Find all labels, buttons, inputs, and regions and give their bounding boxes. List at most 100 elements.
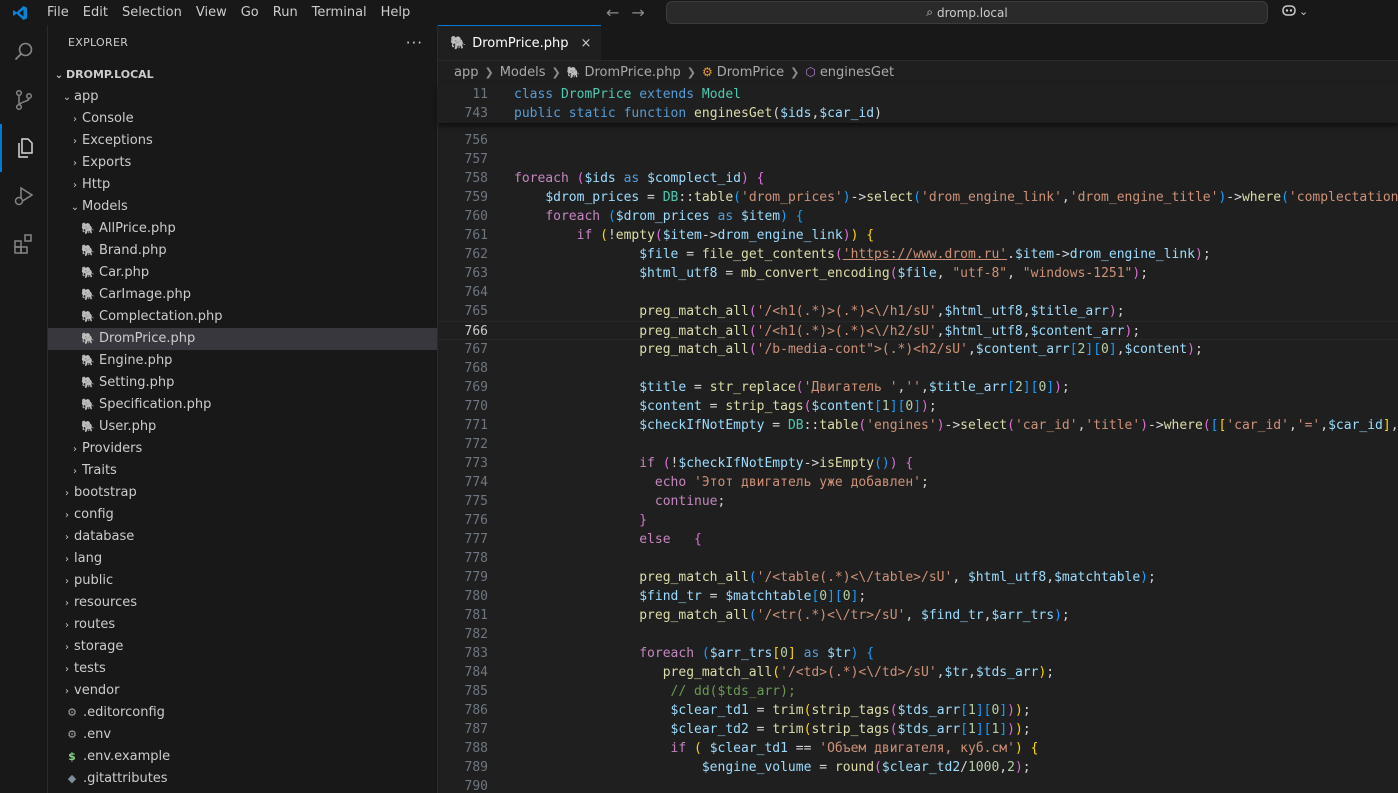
code-line[interactable]: 784 preg_match_all('/<td>(.*)<\/td>/sU',… — [438, 663, 1398, 682]
tree-folder-bootstrap[interactable]: › bootstrap — [48, 482, 437, 504]
tree-folder-routes[interactable]: › routes — [48, 614, 437, 636]
search-icon[interactable] — [0, 28, 47, 76]
breadcrumb-item[interactable]: Models — [500, 65, 546, 80]
tree-file-allprice-php[interactable]: 🐘 AllPrice.php — [48, 218, 437, 240]
code-line[interactable]: 770 $content = strip_tags($content[1][0]… — [438, 397, 1398, 416]
tab-dromprice[interactable]: 🐘 DromPrice.php × — [438, 25, 602, 60]
code-line[interactable]: 760 foreach ($drom_prices as $item) { — [438, 207, 1398, 226]
breadcrumb-item[interactable]: app — [454, 65, 478, 80]
tree-folder-database[interactable]: › database — [48, 526, 437, 548]
tree-file-env[interactable]: ⚙ .env — [48, 724, 437, 746]
tree-file-setting-php[interactable]: 🐘 Setting.php — [48, 372, 437, 394]
tree-file-complectation-php[interactable]: 🐘 Complectation.php — [48, 306, 437, 328]
breadcrumb-item[interactable]: DromPrice — [717, 65, 784, 80]
code-line[interactable]: 771 $checkIfNotEmpty = DB::table ('engine… — [438, 416, 1398, 435]
code-line[interactable]: 772 — [438, 435, 1398, 454]
tree-folder-app[interactable]: ⌄ app — [48, 86, 437, 108]
tree-folder-exceptions[interactable]: › Exceptions — [48, 130, 437, 152]
tree-file-carimage-php[interactable]: 🐘 CarImage.php — [48, 284, 437, 306]
menu-help[interactable]: Help — [374, 0, 418, 25]
more-actions-icon[interactable]: ··· — [406, 34, 423, 52]
tree-file-editorconfig[interactable]: ⚙ .editorconfig — [48, 702, 437, 724]
code-line[interactable]: 788 if ( $clear_td1 == 'Объем двигателя,… — [438, 739, 1398, 758]
tree-file-gitattributes[interactable]: ◆ .gitattributes — [48, 768, 437, 790]
code-line[interactable]: 776 } — [438, 511, 1398, 530]
code-line[interactable]: 786 $clear_td1 = trim(strip_tags($tds_ar… — [438, 701, 1398, 720]
tree-folder-exports[interactable]: › Exports — [48, 152, 437, 174]
code-line[interactable]: 790 — [438, 777, 1398, 793]
tree-file-user-php[interactable]: 🐘 User.php — [48, 416, 437, 438]
tree-folder-providers[interactable]: › Providers — [48, 438, 437, 460]
tree-folder-tests[interactable]: › tests — [48, 658, 437, 680]
tree-folder-storage[interactable]: › storage — [48, 636, 437, 658]
code-line[interactable]: 773 if (!$checkIfNotEmpty->isEmpty()) { — [438, 454, 1398, 473]
code-line[interactable]: 766 preg_match_all('/<h1(.*)>(.*)<\/h2/s… — [438, 321, 1398, 340]
menu-terminal[interactable]: Terminal — [305, 0, 374, 25]
tree-folder-public[interactable]: › public — [48, 570, 437, 592]
code-token: ( — [772, 106, 781, 121]
menu-run[interactable]: Run — [266, 0, 305, 25]
tree-file-car-php[interactable]: 🐘 Car.php — [48, 262, 437, 284]
tree-file-dromprice-php[interactable]: 🐘 DromPrice.php — [48, 328, 437, 350]
code-line[interactable]: 765 preg_match_all('/<h1(.*)>(.*)<\/h1/s… — [438, 302, 1398, 321]
arrow-right-icon[interactable]: → — [631, 0, 644, 25]
code-line[interactable]: 781 preg_match_all('/<tr(.*)<\/tr>/sU', … — [438, 606, 1398, 625]
menu-go[interactable]: Go — [234, 0, 266, 25]
tree-folder-http[interactable]: › Http — [48, 174, 437, 196]
code-line[interactable]: 789 $engine_volume = round($clear_td2/10… — [438, 758, 1398, 777]
tree-folder-traits[interactable]: › Traits — [48, 460, 437, 482]
code-line[interactable]: 763 $html_utf8 = mb_convert_encoding($fi… — [438, 264, 1398, 283]
tree-file-engine-php[interactable]: 🐘 Engine.php — [48, 350, 437, 372]
tree-folder-vendor[interactable]: › vendor — [48, 680, 437, 702]
code-line[interactable]: 757 — [438, 150, 1398, 169]
tree-file-brand-php[interactable]: 🐘 Brand.php — [48, 240, 437, 262]
menu-edit[interactable]: Edit — [76, 0, 115, 25]
menu-file[interactable]: File — [40, 0, 76, 25]
code-line[interactable]: 787 $clear_td2 = trim(strip_tags($tds_ar… — [438, 720, 1398, 739]
menu-view[interactable]: View — [189, 0, 234, 25]
tree-root-folder[interactable]: ⌄ DROMP.LOCAL — [48, 64, 437, 86]
code-line[interactable]: 767 preg_match_all('/b-media-cont">(.*)<… — [438, 340, 1398, 359]
code-line[interactable]: 782 — [438, 625, 1398, 644]
run-debug-icon[interactable] — [0, 172, 47, 220]
code-line[interactable]: 775 continue; — [438, 492, 1398, 511]
sticky-line[interactable]: 743 public static function enginesGet($id… — [438, 104, 1398, 123]
tree-file-env-example[interactable]: $ .env.example — [48, 746, 437, 768]
tree-folder-config[interactable]: › config — [48, 504, 437, 526]
tree-folder-lang[interactable]: › lang — [48, 548, 437, 570]
code-token: select — [866, 190, 914, 205]
code-token: $html_utf8 — [944, 304, 1023, 319]
code-line[interactable]: 756 — [438, 131, 1398, 150]
tree-folder-resources[interactable]: › resources — [48, 592, 437, 614]
code-line[interactable]: 783 foreach ($arr_trs[0] as $tr) { — [438, 644, 1398, 663]
code-line[interactable]: 762 $file = file_get_contents('https://w… — [438, 245, 1398, 264]
code-line[interactable]: 759 $drom_prices = DB::table('drom_price… — [438, 188, 1398, 207]
copilot-button[interactable]: ⌄ — [1281, 3, 1308, 20]
code-line[interactable]: 780 $find_tr = $matchtable[0][0]; — [438, 587, 1398, 606]
code-line[interactable]: 769 $title = str_replace('Двигатель ',''… — [438, 378, 1398, 397]
close-icon[interactable]: × — [580, 36, 591, 51]
sticky-line[interactable]: 11 class DromPrice extends Model — [438, 85, 1398, 104]
breadcrumb-item[interactable]: DromPrice.php — [584, 65, 680, 80]
command-center-search[interactable]: ⌕ dromp.local — [666, 1, 1268, 24]
code-line[interactable]: 777 else { — [438, 530, 1398, 549]
breadcrumb-item[interactable]: enginesGet — [820, 65, 894, 80]
code-line[interactable]: 778 — [438, 549, 1398, 568]
source-control-icon[interactable] — [0, 76, 47, 124]
code-view[interactable]: 756 757 758 foreach ($ids as $complect_id) … — [438, 85, 1398, 793]
arrow-left-icon[interactable]: ← — [606, 0, 619, 25]
code-line[interactable]: 779 preg_match_all('/<table(.*)<\/table>… — [438, 568, 1398, 587]
tree-folder-models[interactable]: ⌄ Models — [48, 196, 437, 218]
code-line[interactable]: 758 foreach ($ids as $complect_id) { — [438, 169, 1398, 188]
tree-file-specification-php[interactable]: 🐘 Specification.php — [48, 394, 437, 416]
menu-selection[interactable]: Selection — [115, 0, 189, 25]
tree-folder-console[interactable]: › Console — [48, 108, 437, 130]
code-line[interactable]: 774 echo 'Этот двигатель уже добавлен'; — [438, 473, 1398, 492]
explorer-icon[interactable] — [0, 124, 47, 172]
code-line[interactable]: 764 — [438, 283, 1398, 302]
code-line[interactable]: 761 if (!empty($item->drom_engine_link))… — [438, 226, 1398, 245]
code-line[interactable]: 785 // dd($tds_arr); — [438, 682, 1398, 701]
extensions-icon[interactable] — [0, 220, 47, 268]
code-line[interactable]: 768 — [438, 359, 1398, 378]
